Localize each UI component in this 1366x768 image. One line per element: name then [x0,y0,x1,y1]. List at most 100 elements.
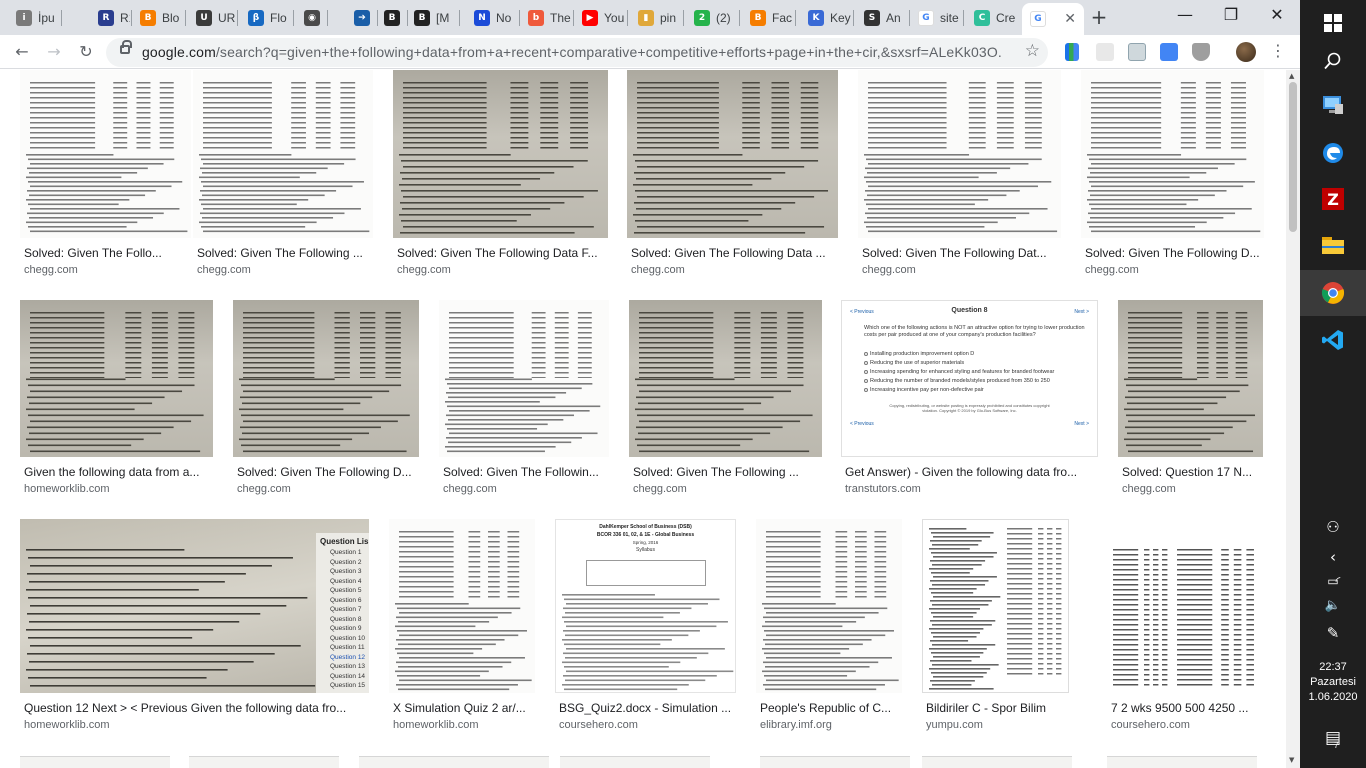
result-source[interactable]: chegg.com [1085,264,1139,276]
back-button[interactable]: ← [10,40,34,64]
browser-tab[interactable]: K Key [800,3,852,33]
result-source[interactable]: chegg.com [24,264,78,276]
image-result[interactable]: Solved: Given The Following ... chegg.com [193,70,373,300]
browser-tab[interactable]: ▶ You [574,3,626,33]
result-source[interactable]: chegg.com [397,264,451,276]
browser-tab[interactable]: C Cre [966,3,1018,33]
shield-extension-icon[interactable] [1192,43,1210,61]
close-window-button[interactable]: ✕ [1254,0,1300,30]
browser-tab[interactable]: ➔ [346,3,376,33]
image-result[interactable]: Solved: Given The Following Data ... cheg… [627,70,838,300]
translate-extension-icon[interactable] [1160,43,1178,61]
result-thumbnail[interactable] [233,300,419,457]
result-title[interactable]: Given the following data from a... [24,465,213,479]
scrollbar[interactable]: ▲ ▼ [1286,70,1300,768]
image-result[interactable]: Solved: Given The Following D... chegg.co… [233,300,419,519]
result-title[interactable]: Question 12 Next > < Previous Given the … [24,701,369,715]
browser-tab[interactable]: b The [520,3,572,33]
result-thumbnail[interactable] [1107,519,1263,693]
result-source[interactable]: homeworklib.com [393,719,479,731]
browser-tab[interactable]: β Flo [240,3,292,33]
result-thumbnail[interactable] [756,519,902,693]
result-thumbnail[interactable]: Question 8 < Previous Next > Which one of t… [841,300,1098,457]
chrome-menu-icon[interactable]: ⋮ [1268,41,1288,60]
result-thumbnail[interactable] [189,756,339,768]
reload-button[interactable]: ↻ [74,40,98,64]
browser-tab[interactable]: B Blo [132,3,184,33]
result-thumbnail[interactable] [922,519,1069,693]
result-thumbnail[interactable] [439,300,609,457]
image-result[interactable]: 7 2 wks 9500 500 4250 ... coursehero.com [1107,519,1263,755]
image-result[interactable]: Solved: Given The Following ... chegg.com [629,300,822,519]
new-tab-button[interactable]: + [1086,4,1112,30]
system-clock[interactable]: 22:37 Pazartesi 1.06.2020 [1300,660,1366,705]
vscode-taskbar-button[interactable] [1300,317,1366,363]
browser-tab[interactable]: G ✕ [1022,3,1084,35]
image-result[interactable]: Solved: Given The Followin... chegg.com [439,300,609,519]
tab-close-icon[interactable]: ✕ [1064,11,1076,27]
address-bar[interactable]: google.com/search?q=given+the+following+… [106,38,1048,67]
scroll-up-icon[interactable]: ▲ [1289,72,1294,80]
gif-extension-icon[interactable] [1096,43,1114,61]
chrome-taskbar-button[interactable] [1300,270,1366,316]
people-icon[interactable]: ⚇ [1300,518,1366,536]
result-source[interactable]: homeworklib.com [24,483,110,495]
result-thumbnail[interactable] [629,300,822,457]
result-thumbnail[interactable] [922,756,1072,768]
result-thumbnail[interactable] [193,70,373,238]
result-title[interactable]: Solved: Given The Following Data ... [631,246,838,260]
result-title[interactable]: Solved: Given The Following Dat... [862,246,1061,260]
this-pc-taskbar-button[interactable] [1300,82,1366,128]
image-extension-icon[interactable] [1128,43,1146,61]
browser-tab[interactable]: 2 (2) [686,3,738,33]
search-taskbar-button[interactable] [1300,38,1366,84]
pen-icon[interactable]: ✎ [1300,624,1366,642]
result-thumbnail[interactable] [20,70,191,238]
file-explorer-taskbar-button[interactable] [1300,222,1366,268]
show-hidden-icons-chevron-icon[interactable]: ‹ [1300,548,1366,566]
result-title[interactable]: Solved: Given The Following D... [1085,246,1264,260]
browser-tab[interactable]: U URİ [188,3,236,33]
result-source[interactable]: elibrary.imf.org [760,719,832,731]
result-thumbnail[interactable] [20,756,170,768]
browser-tab[interactable]: N No [466,3,518,33]
result-title[interactable]: Solved: Question 17 N... [1122,465,1263,479]
result-thumbnail[interactable]: DahlKemper School of Business (DSB) BCOR … [555,519,736,693]
result-title[interactable]: Solved: Given The Following ... [197,246,373,260]
result-thumbnail[interactable] [1118,300,1263,457]
edge-taskbar-button[interactable] [1300,130,1366,176]
result-source[interactable]: chegg.com [631,264,685,276]
image-result[interactable]: DahlKemper School of Business (DSB) BCOR … [555,519,736,755]
result-title[interactable]: Bildiriler C - Spor Bilim [926,701,1069,715]
result-title[interactable]: Solved: Given The Follo... [24,246,191,260]
result-thumbnail[interactable] [389,519,535,693]
result-title[interactable]: Get Answer) - Given the following data f… [845,465,1098,479]
filezilla-taskbar-button[interactable]: Z [1300,176,1366,222]
browser-tab[interactable]: B[M [376,3,406,33]
image-result[interactable]: X Simulation Quiz 2 ar/... homeworklib.co… [389,519,535,755]
minimize-button[interactable]: — [1162,0,1208,30]
action-center-icon[interactable]: ▤ [1300,728,1366,748]
browser-tab[interactable]: i İpu [8,3,60,33]
browser-tab[interactable]: B[M [406,3,458,33]
lock-icon[interactable] [120,40,132,54]
wifi-icon[interactable]: ◜ [1318,574,1358,588]
browser-tab[interactable]: S An [856,3,908,33]
result-thumbnail[interactable] [393,70,608,238]
result-thumbnail[interactable]: Question Lis Question 1 Question 2 Question… [20,519,369,693]
result-thumbnail[interactable] [760,756,910,768]
result-source[interactable]: homeworklib.com [24,719,110,731]
result-title[interactable]: Solved: Given The Followin... [443,465,609,479]
result-thumbnail[interactable] [560,756,710,768]
browser-tab[interactable]: ◉ [296,3,326,33]
restore-button[interactable]: ❐ [1208,0,1254,30]
result-source[interactable]: chegg.com [237,483,291,495]
scroll-down-icon[interactable]: ▼ [1289,756,1294,764]
result-source[interactable]: chegg.com [633,483,687,495]
browser-tab[interactable]: ▮ pin [630,3,682,33]
result-title[interactable]: Solved: Given The Following D... [237,465,419,479]
image-result[interactable]: People's Republic of C... elibrary.imf.or… [756,519,902,755]
image-result[interactable]: Bildiriler C - Spor Bilim yumpu.com [922,519,1069,755]
result-title[interactable]: X Simulation Quiz 2 ar/... [393,701,535,715]
result-source[interactable]: transtutors.com [845,483,921,495]
